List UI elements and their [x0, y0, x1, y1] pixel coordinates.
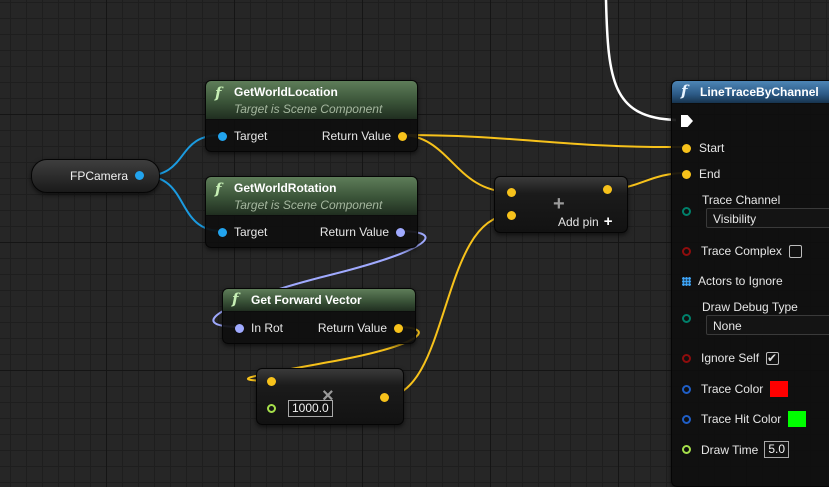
multiply-input-a-pin[interactable] [267, 377, 276, 386]
fpcamera-label: FPCamera [70, 169, 129, 183]
get-forward-vector-title: Get Forward Vector [251, 293, 362, 307]
multiply-node[interactable]: × 1000.0 [256, 368, 404, 425]
function-f-icon: f [215, 84, 222, 102]
trace-hit-color-swatch[interactable] [788, 411, 807, 427]
get-forward-vector-return-row: Return Value [318, 321, 403, 335]
function-f-icon: f [232, 290, 239, 308]
get-world-location-target-label: Target [234, 129, 268, 143]
add-output-pin[interactable] [603, 185, 612, 194]
get-forward-vector-inrot-label: In Rot [251, 321, 284, 335]
trace-complex-checkbox[interactable] [788, 244, 802, 258]
get-world-location-target-pin[interactable] [218, 131, 227, 141]
multiply-output-pin[interactable] [380, 393, 389, 402]
get-forward-vector-return-label: Return Value [317, 321, 387, 335]
line-trace-start-label: Start [699, 141, 725, 155]
line-trace-complex-row: Trace Complex [682, 244, 802, 258]
line-trace-draw-time-row: Draw Time 5.0 [682, 441, 790, 458]
add-input-a-pin[interactable] [507, 188, 516, 197]
line-trace-debug-row: Draw Debug Type [682, 300, 798, 314]
function-f-icon: f [681, 82, 688, 100]
array-grid-icon[interactable] [682, 276, 691, 286]
line-trace-color-pin[interactable] [682, 384, 691, 394]
line-trace-header[interactable]: f LineTraceByChannel [672, 81, 829, 104]
get-world-rotation-subtitle: Target is Scene Component [234, 198, 383, 212]
line-trace-ignore-self-pin[interactable] [682, 353, 691, 363]
line-trace-channel-label: Trace Channel [702, 193, 781, 207]
line-trace-by-channel-node[interactable]: f LineTraceByChannel Start End Trace Cha… [671, 80, 829, 487]
ignore-self-checkbox[interactable] [766, 351, 780, 365]
multiply-input-b-row: 1000.0 [267, 400, 333, 417]
line-trace-hit-color-pin[interactable] [682, 414, 691, 424]
get-world-location-node[interactable]: f GetWorldLocation Target is Scene Compo… [205, 80, 418, 152]
get-world-location-header[interactable]: f GetWorldLocation Target is Scene Compo… [206, 81, 417, 120]
line-trace-channel-row: Trace Channel [682, 193, 780, 207]
line-trace-debug-label: Draw Debug Type [702, 300, 798, 314]
line-trace-complex-label: Trace Complex [701, 244, 782, 258]
line-trace-actors-row: Actors to Ignore [682, 274, 783, 288]
get-world-location-title: GetWorldLocation [234, 85, 338, 99]
get-world-location-subtitle: Target is Scene Component [234, 102, 383, 116]
line-trace-debug-pin[interactable] [682, 314, 691, 323]
get-forward-vector-return-pin[interactable] [394, 323, 403, 333]
line-trace-complex-pin[interactable] [682, 246, 691, 256]
line-trace-color-row: Trace Color [682, 381, 789, 397]
line-trace-draw-time-pin[interactable] [682, 445, 691, 454]
line-trace-start-row: Start [682, 141, 724, 155]
draw-debug-type-dropdown[interactable]: None [706, 315, 829, 335]
line-trace-color-label: Trace Color [701, 382, 764, 396]
line-trace-ignore-self-label: Ignore Self [701, 351, 760, 365]
get-world-rotation-return-label: Return Value [319, 225, 389, 239]
get-forward-vector-inrot-pin[interactable] [235, 323, 244, 333]
trace-color-swatch[interactable] [770, 381, 789, 397]
get-world-rotation-target-row: Target [218, 225, 267, 239]
line-trace-start-pin[interactable] [682, 143, 691, 153]
function-f-icon: f [215, 180, 222, 198]
multiply-input-b-pin[interactable] [267, 404, 276, 413]
line-trace-channel-pin[interactable] [682, 207, 691, 216]
get-world-rotation-target-pin[interactable] [218, 227, 227, 237]
get-world-location-return-pin[interactable] [398, 131, 407, 141]
multiply-value-input[interactable]: 1000.0 [288, 400, 333, 417]
add-pin-button[interactable]: Add pin + [558, 213, 612, 230]
line-trace-title: LineTraceByChannel [700, 85, 819, 99]
add-pin-plus-icon: + [603, 213, 613, 230]
get-forward-vector-inrot-row: In Rot [235, 321, 283, 335]
line-trace-end-pin[interactable] [682, 169, 691, 179]
get-world-rotation-header[interactable]: f GetWorldRotation Target is Scene Compo… [206, 177, 417, 216]
line-trace-hit-color-row: Trace Hit Color [682, 411, 807, 427]
line-trace-draw-time-label: Draw Time [701, 442, 759, 457]
get-world-rotation-return-row: Return Value [320, 225, 405, 239]
line-trace-hit-color-label: Trace Hit Color [701, 412, 782, 426]
get-world-rotation-title: GetWorldRotation [234, 181, 337, 195]
get-world-location-return-label: Return Value [321, 129, 391, 143]
line-trace-actors-label: Actors to Ignore [698, 274, 783, 288]
get-world-location-return-row: Return Value [322, 129, 407, 143]
get-forward-vector-header[interactable]: f Get Forward Vector [223, 289, 415, 312]
exec-pin-icon[interactable] [681, 115, 693, 127]
line-trace-end-row: End [682, 167, 720, 181]
get-world-rotation-return-pin[interactable] [396, 227, 405, 237]
add-input-b-pin[interactable] [507, 211, 516, 220]
get-world-location-target-row: Target [218, 129, 267, 143]
add-vector-node[interactable]: + Add pin + [494, 176, 628, 233]
line-trace-ignore-self-row: Ignore Self [682, 351, 780, 365]
fpcamera-output-pin[interactable] [135, 171, 144, 180]
add-pin-label: Add pin [558, 214, 599, 229]
line-trace-end-label: End [699, 167, 721, 181]
exec-wire [604, 0, 677, 122]
fpcamera-node[interactable]: FPCamera [31, 159, 160, 193]
get-world-rotation-node[interactable]: f GetWorldRotation Target is Scene Compo… [205, 176, 418, 248]
wire-location-to-start [400, 134, 687, 149]
get-world-rotation-target-label: Target [234, 225, 268, 239]
trace-channel-dropdown[interactable]: Visibility [706, 208, 829, 228]
draw-time-input[interactable]: 5.0 [764, 441, 790, 458]
get-forward-vector-node[interactable]: f Get Forward Vector In Rot Return Value [222, 288, 416, 344]
